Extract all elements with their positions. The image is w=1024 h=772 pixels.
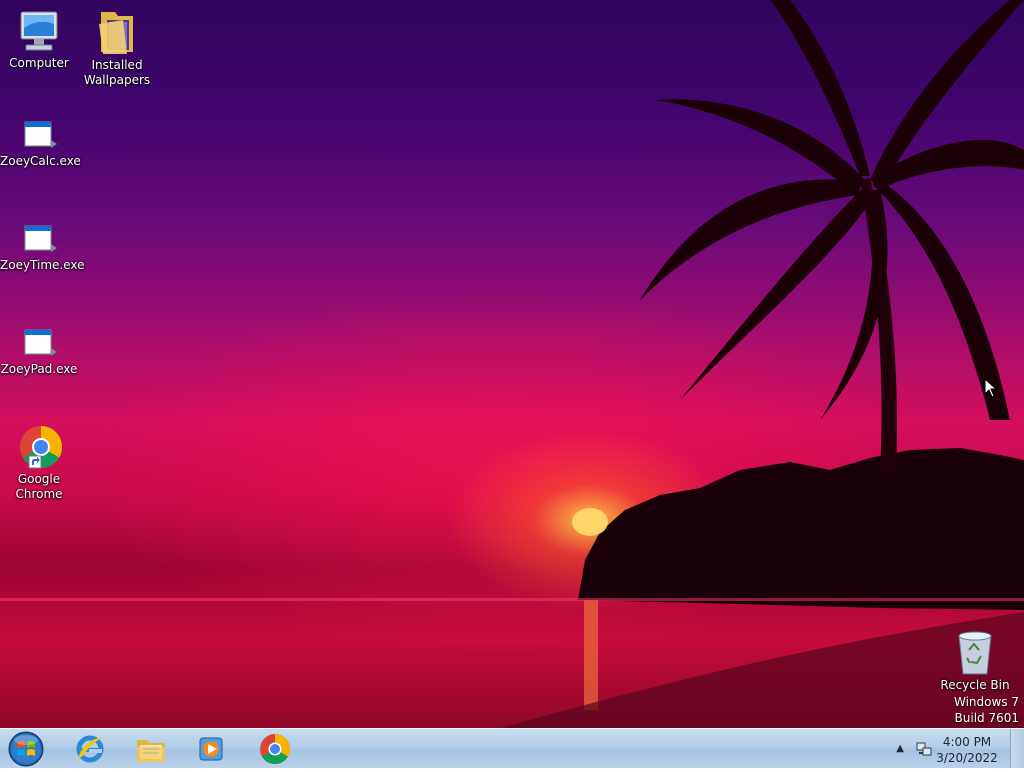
icon-label: ZoeyCalc.exe xyxy=(0,154,81,168)
mouse-pointer-icon xyxy=(984,378,998,398)
taskbar: ▲ 4:00 PM 3/20/2022 xyxy=(0,728,1024,768)
desktop-icon-zoeycalc[interactable]: ZoeyCalc.exe xyxy=(0,118,81,169)
computer-icon xyxy=(20,11,58,51)
clock-time: 4:00 PM xyxy=(942,735,992,749)
watermark-line2: Build 7601 xyxy=(954,711,1019,725)
recycle-bin-icon xyxy=(958,631,992,675)
start-button[interactable] xyxy=(6,730,46,768)
clock[interactable]: 4:00 PM 3/20/2022 xyxy=(932,734,1002,766)
desktop[interactable]: Computer Installed Wallpapers ZoeyCalc.e… xyxy=(0,0,1024,728)
taskbar-windows-explorer[interactable] xyxy=(122,730,180,767)
icon-label: Google Chrome xyxy=(15,472,63,501)
internet-explorer-icon xyxy=(76,735,104,762)
show-hidden-icons-button[interactable]: ▲ xyxy=(896,743,904,754)
watermark-line1: Windows 7 xyxy=(953,695,1019,709)
chrome-icon xyxy=(260,733,291,764)
chrome-icon xyxy=(19,426,63,469)
desktop-icon-zoeytime[interactable]: ZoeyTime.exe xyxy=(0,222,85,273)
icon-label: ZoeyPad.exe xyxy=(0,362,78,376)
media-player-icon xyxy=(199,737,223,760)
exe-icon xyxy=(24,225,57,252)
clock-date: 3/20/2022 xyxy=(936,751,998,765)
desktop-icon-zoeypad[interactable]: ZoeyPad.exe xyxy=(0,326,78,377)
desktop-icon-google-chrome[interactable]: Google Chrome xyxy=(0,424,78,502)
desktop-icon-installed-wallpapers[interactable]: Installed Wallpapers xyxy=(78,6,156,88)
desktop-icon-computer[interactable]: Computer xyxy=(0,8,78,71)
system-tray: ▲ 4:00 PM 3/20/2022 xyxy=(884,729,1024,769)
icon-label: Installed Wallpapers xyxy=(83,58,151,87)
exe-icon xyxy=(24,329,57,356)
file-explorer-icon xyxy=(137,739,165,762)
taskbar-internet-explorer[interactable] xyxy=(61,730,119,767)
show-desktop-button[interactable] xyxy=(1010,729,1024,768)
wallpaper-silhouette xyxy=(0,0,1024,728)
desktop-icon-recycle-bin[interactable]: Recycle Bin xyxy=(936,630,1014,693)
taskbar-media-player[interactable] xyxy=(182,730,240,767)
exe-icon xyxy=(24,121,57,148)
windows-version-watermark: Windows 7 Build 7601 xyxy=(954,694,1019,726)
icon-label: ZoeyTime.exe xyxy=(0,258,85,272)
network-icon[interactable] xyxy=(916,741,932,757)
icon-label: Computer xyxy=(9,56,69,70)
windows-start-orb xyxy=(8,731,44,767)
folder-icon xyxy=(99,12,133,54)
icon-label: Recycle Bin xyxy=(940,678,1010,692)
taskbar-google-chrome[interactable] xyxy=(246,730,304,767)
